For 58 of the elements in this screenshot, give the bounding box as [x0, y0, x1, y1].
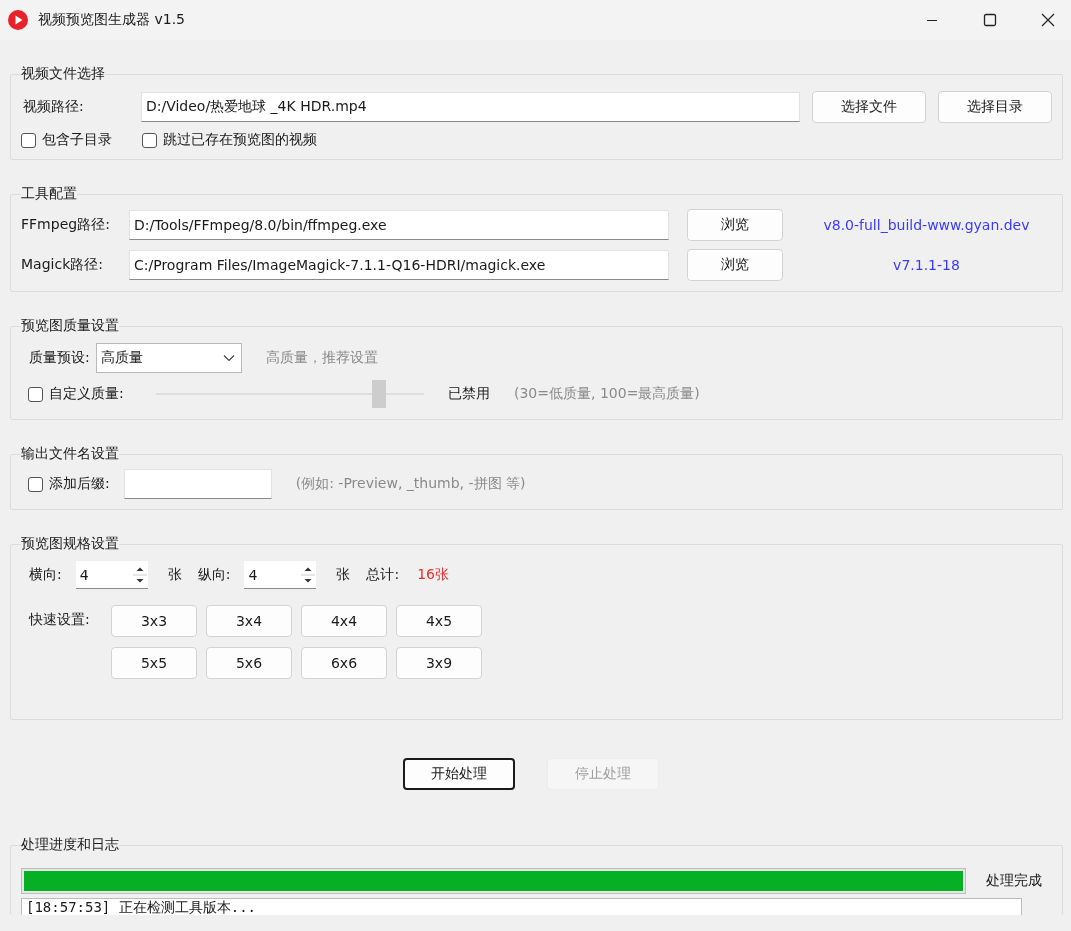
checkbox[interactable] [142, 132, 157, 148]
preset-button[interactable]: 5x5 [111, 647, 197, 679]
checkbox-label: 跳过已存在预览图的视频 [163, 131, 317, 149]
preset-button[interactable]: 3x3 [111, 605, 197, 637]
checkbox-label: 包含子目录 [42, 131, 112, 149]
action-button: 停止处理 [546, 758, 659, 790]
field-label: 纵向: [197, 566, 231, 584]
status-text: 处理完成 [986, 872, 1042, 890]
browse-button[interactable]: 选择文件 [812, 91, 926, 123]
suffix-field[interactable] [123, 469, 272, 499]
field-label: FFmpeg路径: [21, 216, 111, 234]
group-title: 预览图质量设置 [21, 317, 119, 335]
window-title: 视频预览图生成器 v1.5 [38, 11, 185, 29]
preset-button[interactable]: 5x6 [206, 647, 292, 679]
path-field[interactable]: C:/Program Files/ImageMagick-7.1.1-Q16-HDRI/magick.exe [129, 250, 669, 280]
preset-button[interactable]: 4x4 [301, 605, 387, 637]
hint-text: 高质量，推荐设置 [265, 349, 378, 367]
checkbox[interactable] [28, 476, 43, 492]
group-title: 处理进度和日志 [21, 836, 119, 854]
preset-button[interactable]: 4x5 [396, 605, 482, 637]
unit-label: 张 [167, 566, 182, 584]
hint-text: (30=低质量, 100=最高质量) [514, 385, 700, 403]
group-title: 视频文件选择 [21, 65, 105, 83]
log-line: [18:57:53] 正在检测工具版本... [26, 899, 257, 915]
field-label: 质量预设: [29, 349, 90, 367]
preset-button[interactable]: 6x6 [301, 647, 387, 679]
version-text: v7.1.1-18 [892, 257, 961, 273]
caret-icon [222, 354, 235, 362]
group-title: 工具配置 [21, 185, 77, 203]
checkbox-label: 添加后缀: [49, 475, 110, 493]
preset-button[interactable]: 3x4 [206, 605, 292, 637]
path-field[interactable]: D:/Tools/FFmpeg/8.0/bin/ffmpeg.exe [129, 210, 669, 240]
field-label: 视频路径: [22, 98, 85, 116]
checkbox-label: 自定义质量: [49, 385, 124, 403]
preset-button[interactable]: 3x9 [396, 647, 482, 679]
total-label: 总计: [366, 566, 400, 584]
quality-dropdown[interactable]: 高质量 [95, 343, 242, 373]
number-spinbox[interactable]: 4 [244, 561, 317, 589]
group-title: 输出文件名设置 [21, 445, 119, 463]
browse-button[interactable]: 浏览 [687, 249, 783, 281]
browse-button[interactable]: 选择目录 [938, 91, 1052, 123]
app-logo-icon [8, 10, 28, 30]
number-spinbox[interactable]: 4 [75, 561, 148, 589]
group-title: 预览图规格设置 [21, 535, 119, 553]
field-label: 横向: [29, 566, 62, 584]
total-value: 16张 [417, 566, 449, 584]
path-field[interactable]: D:/Video/热爱地球 _4K HDR.mp4 [141, 92, 800, 122]
checkbox[interactable] [21, 132, 36, 148]
browse-button[interactable]: 浏览 [687, 209, 783, 241]
unit-label: 张 [336, 566, 351, 584]
maximize-icon [983, 13, 997, 27]
close-icon [1041, 13, 1055, 27]
version-text: v8.0-full_build-www.gyan.dev [822, 217, 1031, 233]
status-text: 已禁用 [448, 385, 490, 403]
action-button[interactable]: 开始处理 [402, 758, 515, 790]
field-label: Magick路径: [21, 256, 104, 274]
field-label: 快速设置: [29, 611, 91, 629]
hint-text: (例如: -Preview, _thumb, -拼图 等) [295, 475, 526, 493]
